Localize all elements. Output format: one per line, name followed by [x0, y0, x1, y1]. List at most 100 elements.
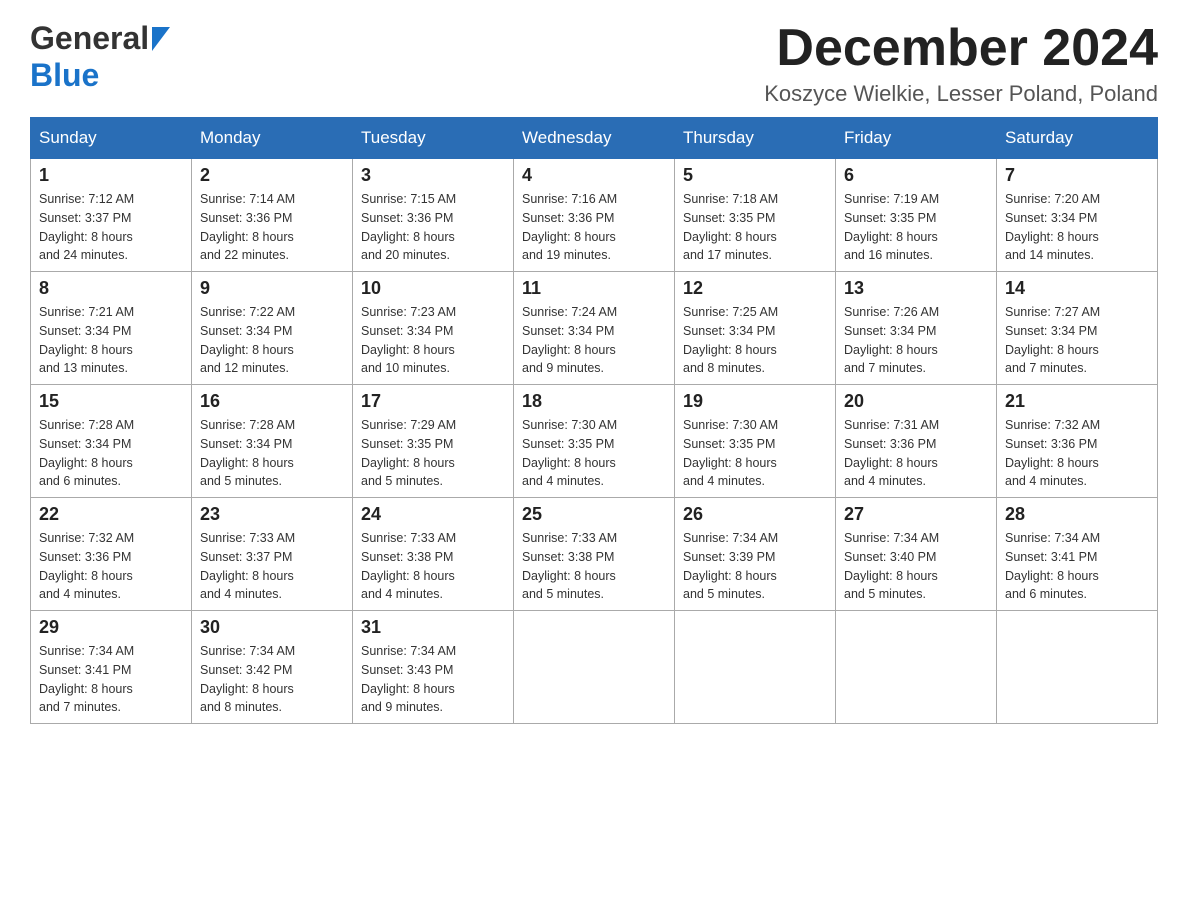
logo-blue-text: Blue [30, 57, 99, 93]
calendar-header-row: SundayMondayTuesdayWednesdayThursdayFrid… [31, 118, 1158, 159]
calendar-cell: 23 Sunrise: 7:33 AM Sunset: 3:37 PM Dayl… [192, 498, 353, 611]
day-number: 12 [683, 278, 827, 299]
calendar-week-row: 1 Sunrise: 7:12 AM Sunset: 3:37 PM Dayli… [31, 159, 1158, 272]
calendar-cell: 13 Sunrise: 7:26 AM Sunset: 3:34 PM Dayl… [836, 272, 997, 385]
day-number: 27 [844, 504, 988, 525]
calendar-cell: 9 Sunrise: 7:22 AM Sunset: 3:34 PM Dayli… [192, 272, 353, 385]
day-number: 22 [39, 504, 183, 525]
day-info: Sunrise: 7:18 AM Sunset: 3:35 PM Dayligh… [683, 190, 827, 265]
day-info: Sunrise: 7:34 AM Sunset: 3:39 PM Dayligh… [683, 529, 827, 604]
day-number: 3 [361, 165, 505, 186]
day-info: Sunrise: 7:22 AM Sunset: 3:34 PM Dayligh… [200, 303, 344, 378]
day-info: Sunrise: 7:34 AM Sunset: 3:41 PM Dayligh… [39, 642, 183, 717]
day-info: Sunrise: 7:15 AM Sunset: 3:36 PM Dayligh… [361, 190, 505, 265]
title-section: December 2024 Koszyce Wielkie, Lesser Po… [764, 20, 1158, 107]
day-number: 15 [39, 391, 183, 412]
day-info: Sunrise: 7:20 AM Sunset: 3:34 PM Dayligh… [1005, 190, 1149, 265]
day-info: Sunrise: 7:30 AM Sunset: 3:35 PM Dayligh… [522, 416, 666, 491]
day-info: Sunrise: 7:24 AM Sunset: 3:34 PM Dayligh… [522, 303, 666, 378]
day-number: 5 [683, 165, 827, 186]
day-info: Sunrise: 7:34 AM Sunset: 3:43 PM Dayligh… [361, 642, 505, 717]
day-info: Sunrise: 7:21 AM Sunset: 3:34 PM Dayligh… [39, 303, 183, 378]
calendar-cell [997, 611, 1158, 724]
logo-general-text: General [30, 20, 149, 57]
calendar-cell: 28 Sunrise: 7:34 AM Sunset: 3:41 PM Dayl… [997, 498, 1158, 611]
calendar-cell: 22 Sunrise: 7:32 AM Sunset: 3:36 PM Dayl… [31, 498, 192, 611]
calendar-week-row: 22 Sunrise: 7:32 AM Sunset: 3:36 PM Dayl… [31, 498, 1158, 611]
day-info: Sunrise: 7:28 AM Sunset: 3:34 PM Dayligh… [39, 416, 183, 491]
day-info: Sunrise: 7:12 AM Sunset: 3:37 PM Dayligh… [39, 190, 183, 265]
day-info: Sunrise: 7:26 AM Sunset: 3:34 PM Dayligh… [844, 303, 988, 378]
day-info: Sunrise: 7:33 AM Sunset: 3:38 PM Dayligh… [522, 529, 666, 604]
calendar-cell [675, 611, 836, 724]
day-number: 8 [39, 278, 183, 299]
day-info: Sunrise: 7:28 AM Sunset: 3:34 PM Dayligh… [200, 416, 344, 491]
day-info: Sunrise: 7:19 AM Sunset: 3:35 PM Dayligh… [844, 190, 988, 265]
column-header-monday: Monday [192, 118, 353, 159]
day-number: 10 [361, 278, 505, 299]
calendar-week-row: 29 Sunrise: 7:34 AM Sunset: 3:41 PM Dayl… [31, 611, 1158, 724]
page-subtitle: Koszyce Wielkie, Lesser Poland, Poland [764, 81, 1158, 107]
calendar-cell: 10 Sunrise: 7:23 AM Sunset: 3:34 PM Dayl… [353, 272, 514, 385]
day-number: 6 [844, 165, 988, 186]
page-header: General Blue December 2024 Koszyce Wielk… [30, 20, 1158, 107]
column-header-tuesday: Tuesday [353, 118, 514, 159]
day-info: Sunrise: 7:16 AM Sunset: 3:36 PM Dayligh… [522, 190, 666, 265]
calendar-cell: 15 Sunrise: 7:28 AM Sunset: 3:34 PM Dayl… [31, 385, 192, 498]
day-number: 14 [1005, 278, 1149, 299]
calendar-cell: 26 Sunrise: 7:34 AM Sunset: 3:39 PM Dayl… [675, 498, 836, 611]
calendar-cell: 31 Sunrise: 7:34 AM Sunset: 3:43 PM Dayl… [353, 611, 514, 724]
calendar-cell: 20 Sunrise: 7:31 AM Sunset: 3:36 PM Dayl… [836, 385, 997, 498]
day-number: 23 [200, 504, 344, 525]
day-number: 11 [522, 278, 666, 299]
calendar-cell: 2 Sunrise: 7:14 AM Sunset: 3:36 PM Dayli… [192, 159, 353, 272]
day-info: Sunrise: 7:27 AM Sunset: 3:34 PM Dayligh… [1005, 303, 1149, 378]
day-number: 28 [1005, 504, 1149, 525]
day-number: 17 [361, 391, 505, 412]
day-info: Sunrise: 7:34 AM Sunset: 3:40 PM Dayligh… [844, 529, 988, 604]
calendar-cell: 7 Sunrise: 7:20 AM Sunset: 3:34 PM Dayli… [997, 159, 1158, 272]
calendar-cell: 14 Sunrise: 7:27 AM Sunset: 3:34 PM Dayl… [997, 272, 1158, 385]
day-info: Sunrise: 7:32 AM Sunset: 3:36 PM Dayligh… [39, 529, 183, 604]
day-number: 7 [1005, 165, 1149, 186]
calendar-week-row: 8 Sunrise: 7:21 AM Sunset: 3:34 PM Dayli… [31, 272, 1158, 385]
day-number: 18 [522, 391, 666, 412]
day-number: 29 [39, 617, 183, 638]
day-number: 25 [522, 504, 666, 525]
day-number: 9 [200, 278, 344, 299]
logo: General Blue [30, 20, 170, 94]
day-info: Sunrise: 7:33 AM Sunset: 3:37 PM Dayligh… [200, 529, 344, 604]
day-info: Sunrise: 7:29 AM Sunset: 3:35 PM Dayligh… [361, 416, 505, 491]
calendar-cell: 1 Sunrise: 7:12 AM Sunset: 3:37 PM Dayli… [31, 159, 192, 272]
calendar-week-row: 15 Sunrise: 7:28 AM Sunset: 3:34 PM Dayl… [31, 385, 1158, 498]
day-info: Sunrise: 7:30 AM Sunset: 3:35 PM Dayligh… [683, 416, 827, 491]
calendar-cell: 24 Sunrise: 7:33 AM Sunset: 3:38 PM Dayl… [353, 498, 514, 611]
day-info: Sunrise: 7:31 AM Sunset: 3:36 PM Dayligh… [844, 416, 988, 491]
day-number: 1 [39, 165, 183, 186]
day-info: Sunrise: 7:25 AM Sunset: 3:34 PM Dayligh… [683, 303, 827, 378]
column-header-wednesday: Wednesday [514, 118, 675, 159]
calendar-table: SundayMondayTuesdayWednesdayThursdayFrid… [30, 117, 1158, 724]
calendar-cell [514, 611, 675, 724]
calendar-cell: 8 Sunrise: 7:21 AM Sunset: 3:34 PM Dayli… [31, 272, 192, 385]
day-number: 30 [200, 617, 344, 638]
day-number: 16 [200, 391, 344, 412]
day-info: Sunrise: 7:34 AM Sunset: 3:41 PM Dayligh… [1005, 529, 1149, 604]
day-number: 2 [200, 165, 344, 186]
page-title: December 2024 [764, 20, 1158, 77]
day-number: 26 [683, 504, 827, 525]
calendar-cell: 18 Sunrise: 7:30 AM Sunset: 3:35 PM Dayl… [514, 385, 675, 498]
day-info: Sunrise: 7:32 AM Sunset: 3:36 PM Dayligh… [1005, 416, 1149, 491]
calendar-cell: 27 Sunrise: 7:34 AM Sunset: 3:40 PM Dayl… [836, 498, 997, 611]
calendar-cell: 16 Sunrise: 7:28 AM Sunset: 3:34 PM Dayl… [192, 385, 353, 498]
calendar-cell [836, 611, 997, 724]
column-header-friday: Friday [836, 118, 997, 159]
day-info: Sunrise: 7:14 AM Sunset: 3:36 PM Dayligh… [200, 190, 344, 265]
calendar-cell: 5 Sunrise: 7:18 AM Sunset: 3:35 PM Dayli… [675, 159, 836, 272]
calendar-cell: 3 Sunrise: 7:15 AM Sunset: 3:36 PM Dayli… [353, 159, 514, 272]
calendar-cell: 25 Sunrise: 7:33 AM Sunset: 3:38 PM Dayl… [514, 498, 675, 611]
calendar-cell: 21 Sunrise: 7:32 AM Sunset: 3:36 PM Dayl… [997, 385, 1158, 498]
calendar-cell: 29 Sunrise: 7:34 AM Sunset: 3:41 PM Dayl… [31, 611, 192, 724]
day-number: 31 [361, 617, 505, 638]
day-number: 13 [844, 278, 988, 299]
